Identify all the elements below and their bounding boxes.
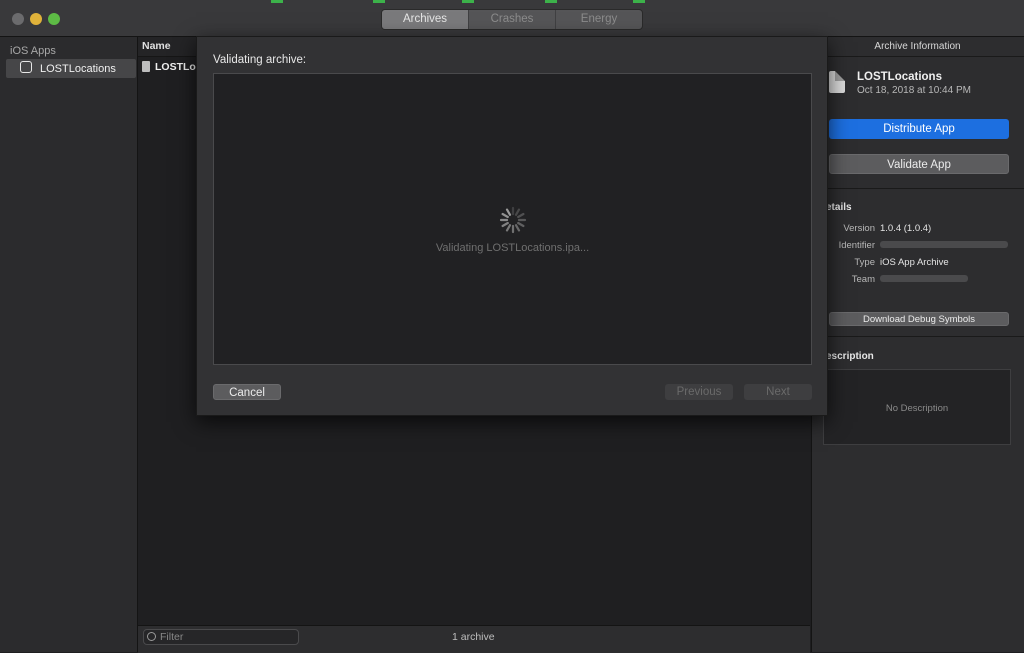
validate-app-button[interactable]: Validate App (829, 154, 1009, 174)
tab-archives[interactable]: Archives (382, 10, 469, 29)
tab-energy[interactable]: Energy (556, 10, 642, 29)
cancel-button[interactable]: Cancel (213, 384, 281, 400)
redacted-team (880, 275, 968, 282)
sheet-title: Validating archive: (213, 54, 307, 66)
toolbar-fragment (462, 0, 474, 3)
next-button[interactable]: Next (744, 384, 812, 400)
filter-icon (147, 632, 156, 641)
segmented-tabs: Archives Crashes Energy (381, 9, 643, 30)
divider (811, 336, 1024, 337)
document-icon (142, 61, 150, 72)
toolbar-fragment (271, 0, 283, 3)
zoom-button[interactable] (48, 13, 60, 25)
toolbar-fragment (545, 0, 557, 3)
validation-status: Validating LOSTLocations.ipa... (435, 242, 590, 254)
app-icon (20, 61, 32, 73)
toolbar-fragment (373, 0, 385, 3)
toolbar-fragment (633, 0, 645, 3)
close-button[interactable] (12, 13, 24, 25)
description-heading: escription (826, 351, 874, 362)
sidebar-item-label: LOSTLocations (40, 63, 116, 75)
previous-button[interactable]: Previous (665, 384, 733, 400)
tab-crashes[interactable]: Crashes (469, 10, 556, 29)
archive-document-icon (829, 71, 845, 93)
column-header-name[interactable]: Name (142, 40, 171, 52)
distribute-app-button[interactable]: Distribute App (829, 119, 1009, 139)
minimize-button[interactable] (30, 13, 42, 25)
redacted-identifier (880, 241, 1008, 248)
divider (811, 188, 1024, 189)
filter-placeholder: Filter (160, 631, 184, 643)
version-value: 1.0.4 (1.0.4) (880, 223, 932, 234)
details-heading: etails (826, 202, 852, 213)
archive-count: 1 archive (452, 631, 495, 643)
type-value: iOS App Archive (880, 257, 949, 268)
sidebar-item-lostlocations[interactable]: LOSTLocations (6, 59, 136, 78)
download-debug-symbols-button[interactable]: Download Debug Symbols (829, 312, 1009, 326)
description-placeholder: No Description (885, 403, 949, 414)
archive-date: Oct 18, 2018 at 10:44 PM (857, 85, 971, 96)
sidebar-section-title: iOS Apps (10, 45, 56, 57)
sidebar (0, 37, 138, 652)
panel-title: Archive Information (874, 41, 961, 52)
divider (811, 56, 1024, 57)
list-item[interactable]: LOSTLoc (155, 61, 202, 73)
archive-name: LOSTLocations (857, 71, 942, 83)
spinner-icon (499, 206, 527, 234)
